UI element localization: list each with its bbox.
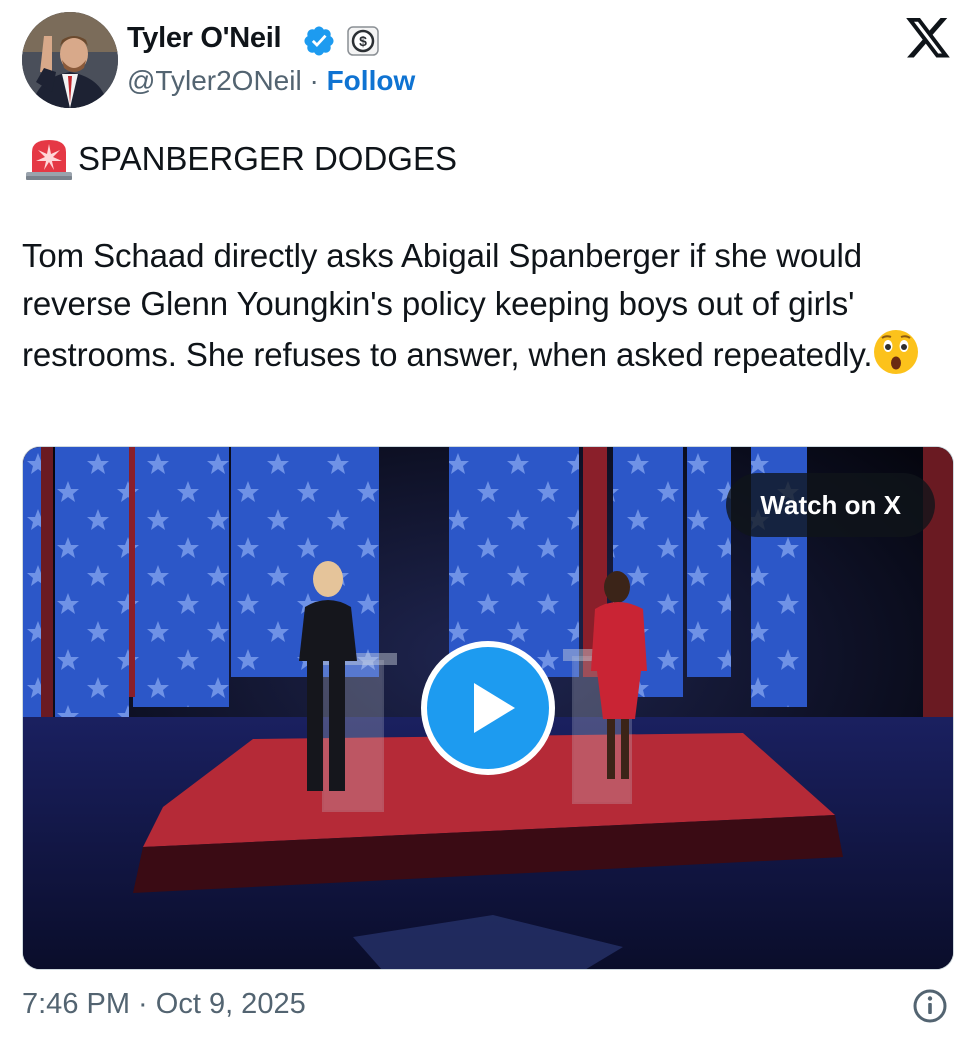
avatar[interactable] — [22, 12, 118, 108]
info-icon[interactable] — [912, 988, 948, 1024]
post-timestamp[interactable]: 7:46 PM · Oct 9, 2025 — [22, 988, 306, 1021]
follow-button[interactable]: Follow — [327, 65, 416, 96]
x-logo-icon[interactable] — [906, 18, 950, 58]
post-headline-row: SPANBERGER DODGES — [24, 136, 457, 182]
watch-on-x-button[interactable]: Watch on X — [726, 473, 935, 537]
tweet-card: Tyler O'Neil $ @Tyler2ONeil · Follow SPA… — [0, 0, 974, 1044]
play-button[interactable] — [421, 641, 555, 775]
author-handle[interactable]: @Tyler2ONeil — [127, 65, 302, 96]
play-icon — [474, 683, 515, 733]
post-body-text: Tom Schaad directly asks Abigail Spanber… — [22, 237, 873, 373]
astonished-face-emoji — [874, 330, 919, 374]
handle-row: @Tyler2ONeil · Follow — [127, 65, 415, 97]
author-name[interactable]: Tyler O'Neil — [127, 22, 282, 55]
svg-text:$: $ — [359, 33, 367, 49]
verified-badge-icon — [304, 26, 334, 56]
video-player[interactable]: Watch on X — [22, 446, 954, 970]
post-headline: SPANBERGER DODGES — [78, 140, 457, 177]
police-siren-emoji — [26, 140, 72, 180]
dollar-badge-icon: $ — [347, 26, 379, 56]
post-body: Tom Schaad directly asks Abigail Spanber… — [22, 232, 952, 379]
separator-dot: · — [309, 65, 319, 96]
